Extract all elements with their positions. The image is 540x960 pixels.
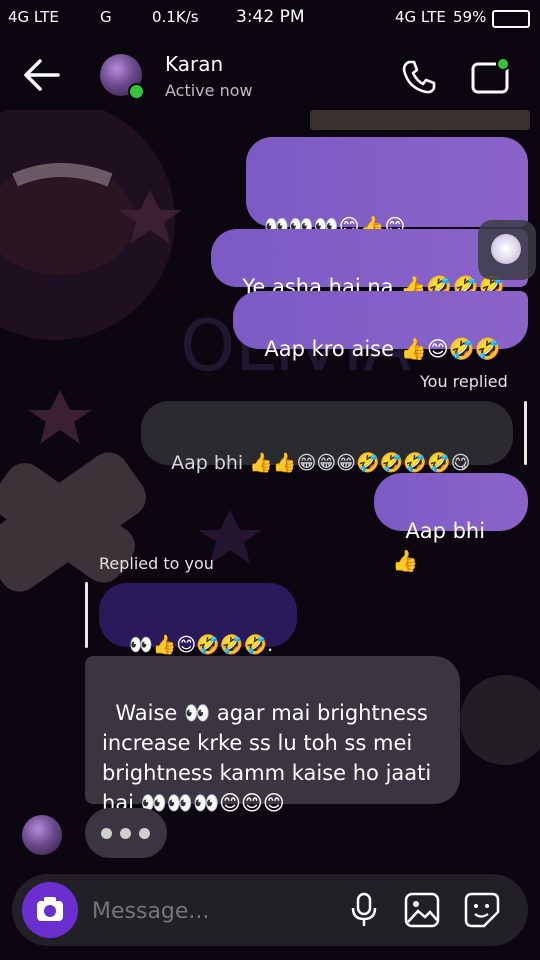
- camera-icon: [37, 897, 63, 921]
- camera-button[interactable]: [22, 882, 78, 938]
- incoming-message[interactable]: Waise 👀 agar mai brightness increase krk…: [85, 656, 460, 815]
- outgoing-message[interactable]: Aap bhi 👍: [374, 473, 528, 573]
- message-text: Aap kro aise 👍😊🤣🤣: [264, 337, 502, 361]
- message-input[interactable]: [90, 894, 334, 928]
- reply-indicator-bar: [524, 401, 527, 465]
- contact-status: Active now: [165, 81, 253, 100]
- reply-indicator-bar: [85, 582, 88, 648]
- video-camera-icon[interactable]: [470, 56, 514, 96]
- quoted-text: Aap bhi 👍👍😁😁😁🤣🤣🤣🤣😋: [171, 452, 471, 474]
- network-g-indicator: G: [100, 8, 112, 26]
- sticker-icon[interactable]: [464, 892, 500, 928]
- message-text: Waise 👀 agar mai brightness increase krk…: [102, 701, 432, 815]
- outgoing-message[interactable]: Aap kro aise 👍😊🤣🤣: [233, 291, 528, 361]
- quoted-incoming-message[interactable]: 👀👍😊🤣🤣🤣.: [99, 583, 297, 656]
- network-indicator: 4G LTE: [8, 8, 59, 26]
- image-icon[interactable]: [404, 892, 440, 928]
- battery-percent: 59%: [453, 8, 487, 26]
- replied-to-you-label: Replied to you: [99, 554, 214, 573]
- contact-avatar-small[interactable]: [22, 815, 62, 855]
- battery-icon: [492, 10, 530, 28]
- network-right-indicator: 4G LTE: [395, 8, 446, 26]
- phone-icon[interactable]: [400, 58, 438, 96]
- message-composer: [12, 874, 528, 946]
- microphone-icon[interactable]: [348, 892, 380, 928]
- floating-bubble-button[interactable]: [478, 220, 536, 280]
- chat-header: Karan Active now: [0, 34, 540, 114]
- online-status-dot: [128, 83, 145, 100]
- typing-indicator: [85, 808, 167, 858]
- arrow-left-icon[interactable]: [22, 58, 62, 92]
- status-bar: 4G LTE G 0.1K/s 3:42 PM 4G LTE 59%: [0, 0, 540, 34]
- data-speed: 0.1K/s: [152, 8, 199, 26]
- quoted-reply-message[interactable]: Aap bhi 👍👍😁😁😁🤣🤣🤣🤣😋: [141, 401, 513, 474]
- contact-name[interactable]: Karan: [165, 52, 223, 76]
- clock: 3:42 PM: [236, 7, 305, 27]
- outgoing-message[interactable]: 👀👀👀😊👍😊 🤣🤣🤣🤣🤣🤣🤣🤣.: [246, 137, 528, 328]
- you-replied-label: You replied: [420, 372, 508, 391]
- message-text: Aap bhi 👍: [392, 519, 492, 573]
- quoted-text: 👀👍😊🤣🤣🤣.: [129, 634, 274, 656]
